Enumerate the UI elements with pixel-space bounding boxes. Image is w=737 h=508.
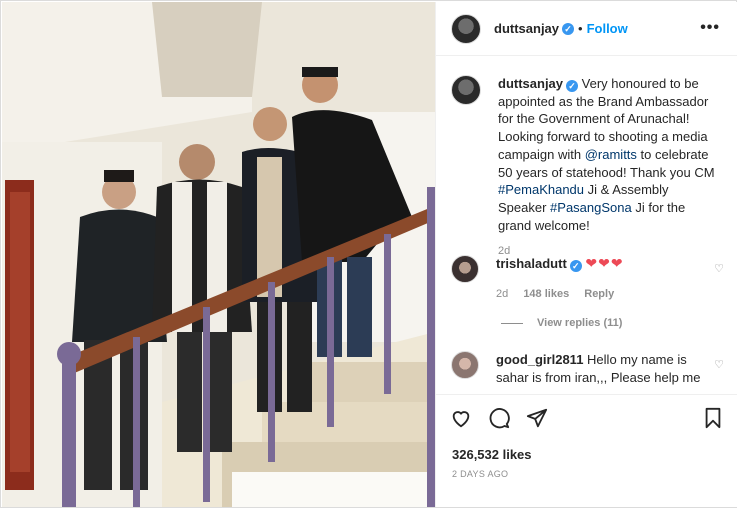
comment-body: trishaladutt ✓ ❤❤❤ 2d 148 likes Reply xyxy=(496,255,718,303)
commenter-avatar[interactable] xyxy=(451,255,479,283)
caption-body: duttsanjay ✓ Very honoured to be appointe… xyxy=(498,75,720,261)
comment-item: trishaladutt ✓ ❤❤❤ 2d 148 likes Reply xyxy=(451,255,736,303)
comment-username[interactable]: trishaladutt xyxy=(496,256,567,271)
action-icons xyxy=(450,407,548,429)
comment-icon[interactable] xyxy=(488,407,510,429)
comment-text: ❤❤❤ xyxy=(585,255,624,271)
comment-item: good_girl2811 Hello my name is sahar is … xyxy=(451,351,736,386)
separator-dot: • xyxy=(578,21,583,36)
comment-meta: 2d 148 likes Reply xyxy=(496,286,718,304)
comment-like-heart-icon[interactable]: ♡ xyxy=(714,262,724,275)
comment-body: good_girl2811 Hello my name is sahar is … xyxy=(496,351,718,386)
bookmark-icon[interactable] xyxy=(702,407,724,429)
action-bar: 326,532 likes 2 DAYS AGO xyxy=(436,394,737,507)
comments-section: duttsanjay ✓ Very honoured to be appointe… xyxy=(436,57,737,392)
mention-link[interactable]: @ramitts xyxy=(585,147,637,162)
author-avatar[interactable] xyxy=(451,13,481,44)
commenter-avatar[interactable] xyxy=(451,351,479,379)
hashtag-link[interactable]: #PemaKhandu xyxy=(498,182,584,197)
likes-count[interactable]: 326,532 likes xyxy=(452,447,532,462)
comment-likes[interactable]: 148 likes xyxy=(523,288,569,300)
verified-badge-icon: ✓ xyxy=(569,260,582,272)
caption-username[interactable]: duttsanjay xyxy=(498,76,563,91)
author-username[interactable]: duttsanjay xyxy=(494,21,559,36)
reply-button[interactable]: Reply xyxy=(584,288,614,300)
post-date[interactable]: 2 DAYS AGO xyxy=(452,469,508,479)
share-icon[interactable] xyxy=(526,407,548,429)
header-user: duttsanjay ✓ • Follow xyxy=(494,21,628,36)
caption: duttsanjay ✓ Very honoured to be appointe… xyxy=(451,75,736,261)
post-sidebar: duttsanjay ✓ • Follow ••• duttsanjay ✓ Ve… xyxy=(435,2,737,507)
follow-button[interactable]: Follow xyxy=(587,21,628,36)
comment-time[interactable]: 2d xyxy=(496,288,508,300)
more-options-icon[interactable]: ••• xyxy=(700,19,720,37)
heart-icon[interactable] xyxy=(450,407,472,429)
post-photo-illustration xyxy=(2,2,435,507)
post-photo[interactable] xyxy=(2,2,435,507)
hashtag-link[interactable]: #PasangSona xyxy=(550,200,632,215)
view-replies-button[interactable]: View replies (11) xyxy=(501,317,622,329)
divider xyxy=(501,322,523,324)
verified-badge-icon: ✓ xyxy=(562,22,575,35)
caption-avatar[interactable] xyxy=(451,75,481,105)
verified-badge-icon: ✓ xyxy=(566,80,579,92)
comment-like-heart-icon[interactable]: ♡ xyxy=(714,358,724,371)
post-header: duttsanjay ✓ • Follow ••• xyxy=(436,2,737,56)
instagram-post: duttsanjay ✓ • Follow ••• duttsanjay ✓ Ve… xyxy=(0,0,737,508)
comment-username[interactable]: good_girl2811 xyxy=(496,352,583,367)
view-replies-label: View replies (11) xyxy=(537,317,623,329)
